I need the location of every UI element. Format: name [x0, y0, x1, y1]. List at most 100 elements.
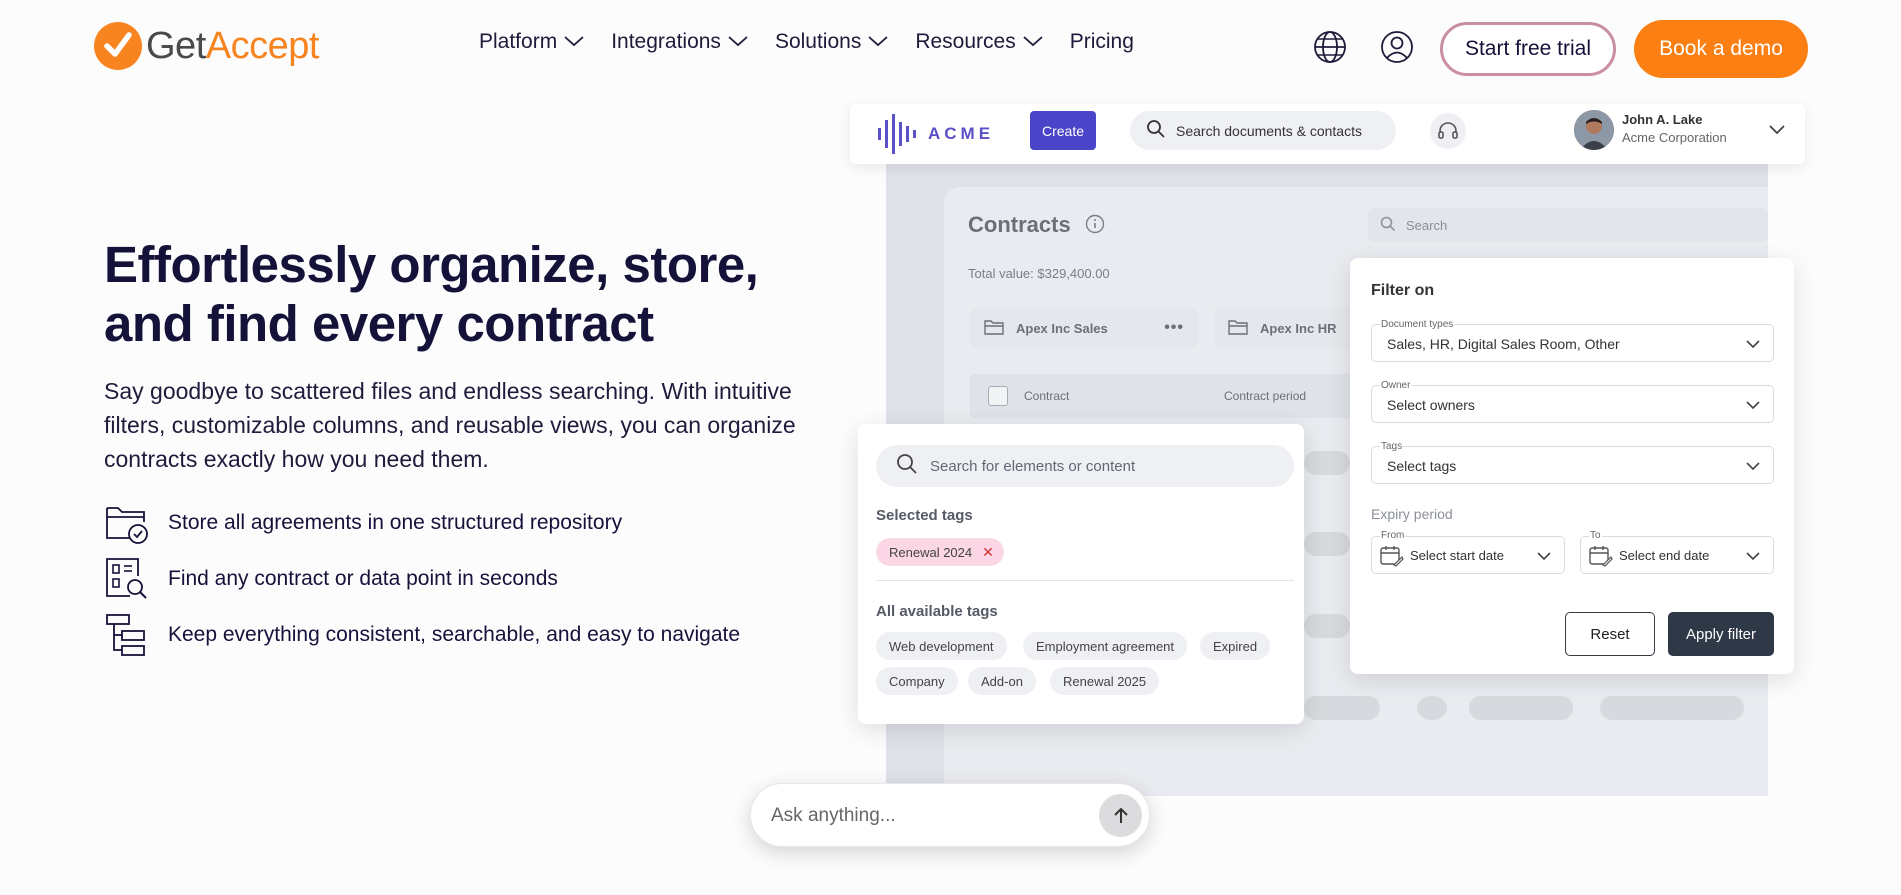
table-header: Contract Contract period: [970, 374, 1368, 418]
skeleton-row: [1304, 696, 1380, 720]
folder-icon: [984, 319, 1004, 338]
tags-select[interactable]: Tags Select tags: [1371, 441, 1774, 484]
ask-anything-bar: [750, 783, 1150, 847]
user-info: John A. Lake Acme Corporation: [1622, 112, 1727, 145]
search-placeholder: Search: [1406, 217, 1448, 233]
acme-wordmark: ACME: [928, 124, 995, 143]
more-options-icon[interactable]: •••: [1164, 319, 1184, 337]
end-date-picker[interactable]: To Select end date: [1580, 530, 1774, 574]
expiry-label: Expiry period: [1371, 506, 1453, 522]
nav-label: Pricing: [1069, 30, 1134, 53]
feature-text: Store all agreements in one structured r…: [168, 511, 623, 534]
select-all-checkbox[interactable]: [988, 386, 1008, 406]
hierarchy-icon: [104, 612, 150, 658]
tags-search-input[interactable]: Search for elements or content: [876, 445, 1294, 487]
feature-list: Store all agreements in one structured r…: [104, 500, 740, 668]
user-name: John A. Lake: [1622, 112, 1703, 127]
user-company: Acme Corporation: [1622, 130, 1727, 145]
field-label: From: [1380, 530, 1406, 541]
feature-item: Find any contract or data point in secon…: [104, 556, 740, 602]
book-demo-button[interactable]: Book a demo: [1634, 20, 1808, 78]
hero-title-line2: and find every contract: [104, 295, 654, 352]
site-header: GetAccept Platform Integrations Solution…: [0, 0, 1901, 96]
main-nav: Platform Integrations Solutions Resource…: [479, 30, 1134, 54]
hero-subtitle: Say goodbye to scattered files and endle…: [104, 378, 796, 472]
field-value: Select end date: [1619, 548, 1710, 563]
skeleton-row: [1304, 532, 1350, 556]
nav-label: Solutions: [774, 30, 862, 53]
calendar-icon: [1380, 545, 1404, 572]
document-search-icon: [104, 556, 150, 602]
logo-text-get: Get: [146, 24, 206, 67]
start-date-picker[interactable]: From Select start date: [1371, 530, 1565, 574]
nav-item-solutions[interactable]: Solutions: [775, 30, 889, 54]
tag-chip[interactable]: Add-on: [968, 667, 1036, 695]
tag-chip[interactable]: Employment agreement: [1023, 632, 1188, 660]
tag-chip[interactable]: Company: [876, 667, 958, 695]
nav-item-pricing[interactable]: Pricing: [1070, 30, 1134, 54]
nav-item-resources[interactable]: Resources: [915, 30, 1043, 54]
document-search-input[interactable]: Search documents & contacts: [1130, 111, 1396, 150]
search-icon: [1146, 119, 1166, 142]
folder-check-icon: [104, 500, 150, 546]
start-free-trial-button[interactable]: Start free trial: [1440, 22, 1616, 76]
info-icon[interactable]: [1085, 214, 1105, 239]
feature-item: Store all agreements in one structured r…: [104, 500, 740, 546]
field-label: Tags: [1380, 441, 1404, 452]
tags-panel: Search for elements or content Selected …: [858, 424, 1304, 724]
chevron-down-icon: [1745, 337, 1761, 355]
column-header[interactable]: Contract period: [1224, 389, 1306, 403]
create-button[interactable]: Create: [1030, 111, 1096, 150]
ask-input[interactable]: [771, 802, 1071, 830]
headset-icon[interactable]: [1430, 113, 1466, 149]
owner-select[interactable]: Owner Select owners: [1371, 380, 1774, 423]
chevron-down-icon: [1745, 398, 1761, 416]
apply-filter-button[interactable]: Apply filter: [1668, 612, 1774, 656]
folder-icon: [1228, 319, 1248, 338]
logo-check-icon: [94, 22, 142, 70]
folder-card[interactable]: Apex Inc Sales •••: [970, 308, 1198, 348]
nav-label: Integrations: [611, 30, 721, 53]
logo-text: GetAccept: [146, 25, 319, 68]
filter-title: Filter on: [1371, 282, 1435, 299]
divider: [876, 580, 1294, 581]
calendar-icon: [1589, 545, 1613, 572]
nav-item-integrations[interactable]: Integrations: [611, 30, 749, 54]
account-icon[interactable]: [1380, 30, 1414, 69]
folder-name: Apex Inc HR: [1260, 320, 1337, 336]
app-topbar: ACME Create Search documents & contacts …: [850, 104, 1805, 164]
chevron-down-icon: [1536, 549, 1552, 567]
search-placeholder: Search for elements or content: [930, 457, 1136, 475]
getaccept-logo[interactable]: GetAccept: [94, 20, 319, 72]
send-arrow-icon[interactable]: [1099, 794, 1142, 837]
page-title: Contracts: [968, 212, 1071, 237]
reset-button[interactable]: Reset: [1565, 612, 1655, 656]
nav-label: Platform: [479, 30, 558, 53]
field-value: Select tags: [1387, 458, 1457, 474]
folder-name: Apex Inc Sales: [1016, 320, 1108, 336]
skeleton-row: [1469, 696, 1573, 720]
avatar[interactable]: [1574, 110, 1614, 150]
logo-text-accept: Accept: [205, 24, 320, 67]
tag-chip[interactable]: Expired: [1200, 632, 1271, 660]
feature-text: Keep everything consistent, searchable, …: [168, 623, 741, 646]
selected-tag[interactable]: Renewal 2024 ✕: [876, 538, 1004, 566]
tag-chip[interactable]: Renewal 2025: [1050, 667, 1160, 695]
field-label: To: [1589, 530, 1602, 541]
search-icon: [1380, 216, 1396, 235]
contracts-search-input[interactable]: Search: [1368, 208, 1768, 242]
document-types-select[interactable]: Document types Sales, HR, Digital Sales …: [1371, 319, 1774, 362]
globe-icon[interactable]: [1313, 30, 1347, 69]
field-value: Select start date: [1410, 548, 1504, 563]
chevron-down-icon[interactable]: [1768, 122, 1786, 141]
hero-title: Effortlessly organize, store, and find e…: [104, 235, 784, 353]
column-header[interactable]: Contract: [1024, 389, 1069, 403]
hero-title-line1: Effortlessly organize, store,: [104, 236, 759, 293]
close-icon[interactable]: ✕: [982, 544, 994, 561]
nav-item-platform[interactable]: Platform: [479, 30, 585, 54]
chevron-down-icon: [563, 30, 585, 54]
tag-chip[interactable]: Web development: [876, 632, 1007, 660]
chevron-down-icon: [1745, 549, 1761, 567]
field-label: Owner: [1380, 380, 1412, 391]
chevron-down-icon: [1745, 459, 1761, 477]
